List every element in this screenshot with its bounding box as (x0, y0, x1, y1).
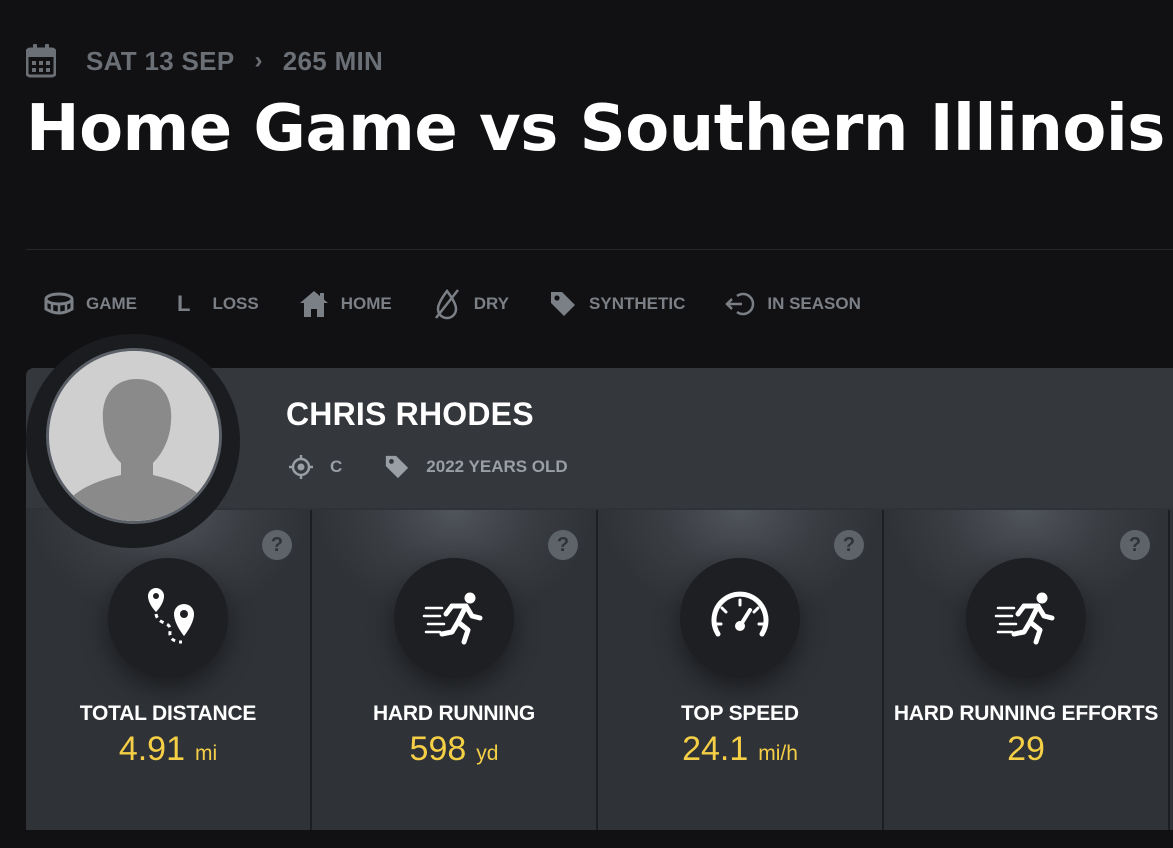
session-duration: 265 MIN (282, 45, 384, 76)
tag-weather-label: DRY (473, 294, 510, 313)
stat-value: 598 yd (312, 730, 596, 769)
header-divider (26, 249, 1173, 250)
stat-label: HARD RUNNING (372, 702, 536, 725)
crosshair-icon (289, 455, 313, 479)
tag-venue: HOME (299, 290, 392, 318)
tag-surface-label: SYNTHETIC (589, 294, 686, 313)
help-icon[interactable]: ? (834, 530, 864, 560)
stadium-icon (44, 292, 74, 315)
help-icon[interactable]: ? (548, 530, 578, 560)
player-meta: C 2022 YEARS OLD (288, 454, 610, 480)
in-season-icon (725, 292, 755, 316)
tag-result-label: LOSS (212, 294, 259, 313)
player-age: 2022 YEARS OLD (384, 454, 568, 480)
avatar (46, 348, 222, 524)
running-icon (994, 592, 1055, 645)
tag-game-label: GAME (86, 294, 137, 313)
tag-weather: DRY (432, 288, 509, 320)
stat-unit: mi/h (758, 742, 798, 765)
stat-number: 24.1 (682, 730, 749, 768)
tag-venue-label: HOME (340, 294, 392, 313)
tag-season-label: IN SEASON (767, 294, 861, 313)
stat-tiles: ? TOTAL DISTANCE 4.91 mi ? HARD RUNNING … (26, 510, 1173, 830)
player-name: CHRIS RHODES (286, 396, 534, 432)
tag-result: L LOSS (177, 291, 259, 317)
player-position-label: C (330, 457, 343, 476)
stat-unit: yd (476, 742, 499, 765)
loss-icon: L (177, 291, 191, 316)
dry-icon (434, 288, 459, 320)
stat-top-speed: ? TOP SPEED 24.1 mi/h (598, 510, 884, 830)
stat-label: TOTAL DISTANCE (79, 702, 257, 725)
session-date: SAT 13 SEP (86, 45, 235, 76)
stat-number: 598 (409, 730, 467, 768)
player-age-label: 2022 YEARS OLD (426, 457, 568, 476)
person-silhouette-icon (49, 351, 219, 521)
tag-icon (386, 455, 409, 479)
stat-value: 29 (884, 730, 1168, 769)
stat-icon-bubble (680, 558, 800, 678)
stat-icon-bubble (966, 558, 1086, 678)
stat-label: TOP SPEED (681, 702, 799, 725)
stat-value: 4.91 mi (26, 730, 310, 769)
stat-hard-running: ? HARD RUNNING 598 yd (312, 510, 598, 830)
stat-hard-running-efforts: ? HARD RUNNING EFFORTS 29 (884, 510, 1170, 830)
tag-season: IN SEASON (725, 292, 861, 316)
home-icon (299, 291, 328, 317)
help-icon[interactable]: ? (1120, 530, 1150, 560)
speedometer-icon (711, 591, 769, 637)
breadcrumb-separator: › (254, 47, 263, 74)
stat-number: 29 (1007, 730, 1045, 768)
stat-value: 24.1 mi/h (598, 730, 882, 769)
player-position: C (288, 454, 342, 480)
page-title: Home Game vs Southern Illinois (26, 92, 1165, 166)
calendar-icon (26, 44, 56, 78)
tag-game: GAME (44, 291, 137, 317)
tag-icon (551, 292, 576, 316)
help-icon[interactable]: ? (262, 530, 292, 560)
route-icon (148, 588, 194, 644)
stat-icon-bubble (394, 558, 514, 678)
session-tags: GAME L LOSS HOME DRY SYNTHETIC IN SEASON (44, 288, 901, 320)
tag-surface: SYNTHETIC (549, 290, 685, 318)
running-icon (422, 592, 483, 645)
stat-unit: mi (195, 742, 218, 765)
session-meta: SAT 13 SEP › 265 MIN (26, 44, 383, 78)
stat-icon-bubble (108, 558, 228, 678)
stat-total-distance: ? TOTAL DISTANCE 4.91 mi (26, 510, 312, 830)
stat-label: HARD RUNNING EFFORTS (893, 702, 1159, 725)
stat-number: 4.91 (118, 730, 185, 768)
